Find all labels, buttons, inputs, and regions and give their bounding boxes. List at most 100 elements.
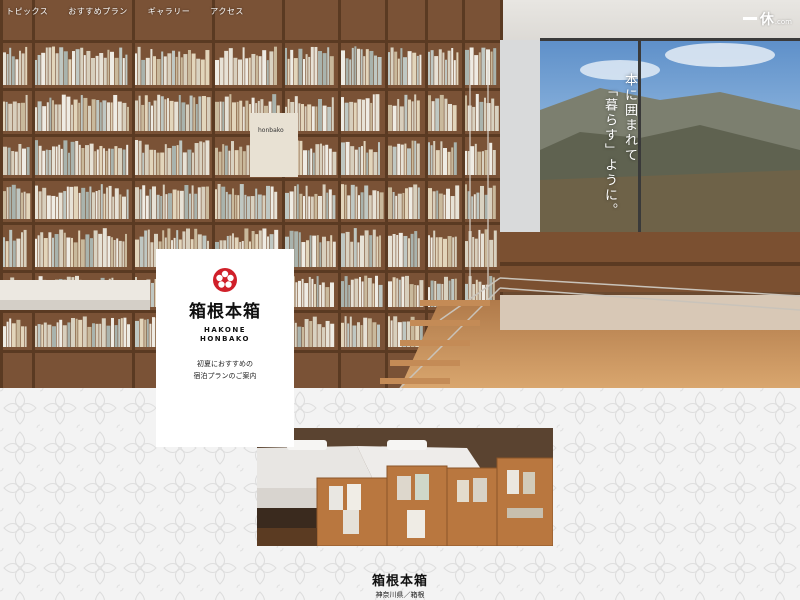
shelf-book — [366, 152, 369, 175]
shelf-book — [266, 60, 269, 85]
shelf-book — [199, 141, 203, 175]
shelf-book — [374, 55, 377, 85]
shelf-book — [312, 235, 317, 267]
logo-bar-icon — [742, 17, 757, 20]
shelf-book — [453, 142, 457, 175]
shelf-book — [332, 195, 336, 219]
shelf-book — [118, 319, 121, 347]
shelf-book — [126, 189, 129, 219]
shelf-book — [189, 95, 193, 131]
shelf-book — [376, 236, 379, 267]
shelf-book — [294, 231, 299, 267]
shelf-book — [78, 102, 81, 131]
shelf-book — [60, 148, 63, 175]
shelf-book — [352, 325, 357, 347]
shelf-book — [105, 150, 108, 175]
shelf-book — [73, 99, 78, 131]
shelf-upright — [32, 0, 35, 388]
shelf-book — [85, 234, 90, 267]
shelf-book — [436, 190, 439, 219]
shelf-book — [474, 238, 478, 267]
shelf-book — [88, 105, 91, 131]
property-name[interactable]: 箱根本箱 — [0, 570, 800, 589]
shelf-book — [222, 144, 225, 175]
shelf-book — [24, 326, 27, 347]
shelf-book — [350, 184, 355, 219]
shelf-book — [318, 98, 322, 131]
shelf-book — [360, 325, 363, 347]
shelf-book — [189, 193, 191, 219]
shelf-book — [452, 105, 457, 131]
shelf-book — [118, 148, 122, 175]
shelf-book — [66, 237, 71, 267]
shelf-book — [388, 52, 390, 85]
shelf-book — [394, 51, 398, 85]
shelf-book — [304, 319, 309, 347]
shelf-book — [59, 47, 64, 85]
shelf-book — [438, 49, 442, 85]
shelf-book — [358, 195, 360, 219]
nav-gallery[interactable]: ギャラリー — [148, 6, 191, 17]
shelf-book — [416, 285, 419, 307]
shelf-book — [43, 322, 47, 347]
shelf-book — [301, 278, 304, 307]
shelf-book — [308, 276, 311, 307]
shelf-book — [479, 101, 484, 131]
room-photo[interactable] — [257, 428, 553, 546]
shelf-book — [330, 323, 335, 347]
shelf-book — [206, 97, 211, 131]
shelf-book — [12, 101, 17, 131]
shelf-book — [107, 236, 111, 267]
nav-recommended-plans[interactable]: おすすめプラン — [68, 6, 128, 17]
shelf-book — [96, 100, 100, 131]
shelf-book — [160, 152, 165, 175]
site-logo[interactable]: 休 .com — [742, 9, 792, 29]
shelf-book — [237, 195, 240, 219]
shelf-book — [73, 242, 78, 267]
shelf-book — [111, 317, 114, 347]
nav-access[interactable]: アクセス — [210, 6, 244, 17]
shelf-book — [119, 47, 123, 85]
shelf-book — [407, 51, 412, 85]
shelf-book — [388, 104, 392, 131]
shelf-upright — [338, 0, 341, 388]
shelf-book — [225, 191, 228, 219]
shelf-book — [21, 102, 25, 131]
shelf-book — [397, 58, 400, 85]
nav-topics[interactable]: トピックス — [6, 6, 48, 17]
shelf-book — [66, 96, 71, 131]
shelf-book — [48, 47, 52, 85]
shelf-book — [169, 100, 174, 131]
plan-card[interactable]: 箱根本箱 HAKONE HONBAKO 初夏におすすめの 宿泊プランのご案内 — [156, 249, 294, 447]
shelf-book — [144, 319, 147, 347]
shelf-book — [330, 235, 333, 267]
shelf-book — [492, 185, 496, 219]
shelf-book — [490, 51, 493, 85]
shelf-book — [304, 106, 307, 131]
shelf-book — [9, 229, 13, 267]
shelf-book — [118, 240, 122, 267]
shelf-book — [99, 102, 102, 131]
shelf-book — [372, 322, 377, 347]
shelf-book — [91, 99, 96, 131]
shelf-book — [71, 237, 73, 267]
shelf-book — [330, 282, 334, 307]
shelf-book — [390, 47, 394, 85]
shelf-book — [145, 57, 150, 85]
shelf-book — [59, 229, 64, 267]
shelf-book — [481, 47, 486, 85]
shelf-book — [392, 277, 396, 307]
shelf-book — [399, 106, 404, 131]
shelf-book — [156, 152, 160, 175]
shelf-book — [165, 194, 168, 219]
shelf-book — [83, 55, 86, 85]
shelf-book — [18, 143, 22, 175]
shelf-book — [146, 319, 149, 347]
shelf-book — [372, 190, 377, 219]
shelf-book — [95, 191, 98, 219]
shelf-book — [408, 238, 410, 267]
shelf-book — [196, 58, 201, 85]
shelf-book — [416, 143, 420, 175]
plan-line1: 初夏におすすめの — [197, 360, 253, 368]
shelf-book — [85, 191, 89, 219]
